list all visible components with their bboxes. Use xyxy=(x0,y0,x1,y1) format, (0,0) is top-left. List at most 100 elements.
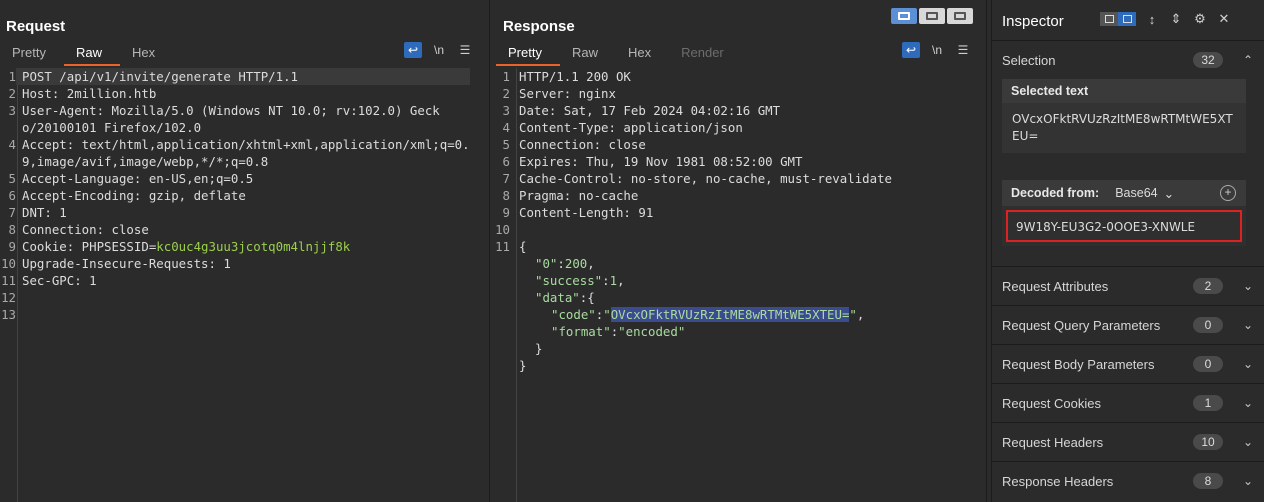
decoder-value: Base64 xyxy=(1115,186,1158,200)
line-number: 6 xyxy=(502,154,510,169)
tab-pretty[interactable]: Pretty xyxy=(0,44,64,64)
section-request-headers[interactable]: Request Headers 10 ⌄ xyxy=(992,422,1264,461)
line-number: 4 xyxy=(8,137,16,152)
section-request-query-parameters[interactable]: Request Query Parameters 0 ⌄ xyxy=(992,305,1264,344)
json-value: 200 xyxy=(564,256,588,271)
json-comma: , xyxy=(856,307,865,322)
layout-stacked-icon[interactable] xyxy=(919,8,945,24)
line-text: "success":1, xyxy=(510,272,625,289)
decoded-from-label: Decoded from: xyxy=(1011,186,1100,200)
request-pane: Request Pretty Raw Hex ↩ \n ☰ 1 POST /api… xyxy=(0,0,490,502)
response-line: 9 Content-Length: 91 xyxy=(490,204,986,221)
request-line: 1 POST /api/v1/invite/generate HTTP/1.1 xyxy=(0,68,489,85)
selected-text-value[interactable]: OVcxOFktRVUzRzItME8wRTMtWE5XTEU= xyxy=(1002,103,1246,153)
section-label: Request Body Parameters xyxy=(1002,356,1155,372)
section-count: 2 xyxy=(1193,278,1223,294)
tab-hex[interactable]: Hex xyxy=(120,44,173,64)
response-editor[interactable]: 1 HTTP/1.1 200 OK 2 Server: nginx 3 Date: S… xyxy=(490,68,986,502)
json-key: "success" xyxy=(535,273,603,288)
response-line: 8 Pragma: no-cache xyxy=(490,187,986,204)
line-text: POST /api/v1/invite/generate HTTP/1.1 xyxy=(16,68,470,85)
selection-section[interactable]: Selection 32 ⌃ xyxy=(992,40,1264,79)
line-number xyxy=(490,357,510,374)
section-label: Response Headers xyxy=(1002,473,1114,489)
inspector-panel: Inspector ↕ ⇕ ⚙ ✕ Selection 32 ⌃ Selecte… xyxy=(991,0,1264,502)
json-key: "format" xyxy=(551,324,611,339)
json-quote: " xyxy=(603,307,611,322)
newline-icon[interactable]: \n xyxy=(430,42,448,58)
response-line: 6 Expires: Thu, 19 Nov 1981 08:52:00 GMT xyxy=(490,153,986,170)
line-text: User-Agent: Mozilla/5.0 (Windows NT 10.0… xyxy=(22,103,440,135)
section-count: 10 xyxy=(1193,434,1223,450)
line-text: Server: nginx xyxy=(519,86,616,101)
json-line: } xyxy=(490,340,986,357)
section-label: Selection xyxy=(1002,52,1056,68)
layout-side-by-side-icon[interactable] xyxy=(891,8,917,24)
close-icon[interactable]: ✕ xyxy=(1216,11,1232,27)
response-line: 7 Cache-Control: no-store, no-cache, must… xyxy=(490,170,986,187)
menu-icon[interactable]: ☰ xyxy=(456,42,474,58)
section-response-headers[interactable]: Response Headers 8 ⌄ xyxy=(992,461,1264,500)
json-line: "format":"encoded" xyxy=(490,323,986,340)
section-request-attributes[interactable]: Request Attributes 2 ⌄ xyxy=(992,266,1264,305)
section-request-cookies[interactable]: Request Cookies 1 ⌄ xyxy=(992,383,1264,422)
request-line: 12 xyxy=(0,289,489,306)
json-colon: : xyxy=(557,256,565,271)
json-quote: " xyxy=(849,307,857,322)
newline-icon[interactable]: \n xyxy=(928,42,946,58)
decoded-value[interactable]: 9W18Y-EU3G2-0OOE3-XNWLE xyxy=(1006,210,1242,242)
line-text: DNT: 1 xyxy=(22,205,67,220)
layout-panel-icon[interactable] xyxy=(1118,12,1136,26)
layout-list-icon[interactable] xyxy=(1100,12,1118,26)
line-number: 1 xyxy=(8,69,16,84)
request-line: 5 Accept-Language: en-US,en;q=0.5 xyxy=(0,170,489,187)
json-value: 1 xyxy=(609,273,618,288)
tab-render[interactable]: Render xyxy=(669,44,742,64)
request-lines: 1 POST /api/v1/invite/generate HTTP/1.1 2… xyxy=(0,68,489,323)
selected-text-box: Selected text OVcxOFktRVUzRzItME8wRTMtWE… xyxy=(1002,79,1246,153)
selected-code-value[interactable]: OVcxOFktRVUzRzItME8wRTMtWE5XTEU= xyxy=(610,307,850,322)
line-number: 6 xyxy=(8,188,16,203)
request-editor[interactable]: 1 POST /api/v1/invite/generate HTTP/1.1 2… xyxy=(0,68,489,502)
json-brace: { xyxy=(587,290,595,305)
line-text: Accept-Language: en-US,en;q=0.5 xyxy=(22,171,254,186)
line-number: 11 xyxy=(495,239,510,254)
section-request-body-parameters[interactable]: Request Body Parameters 0 ⌄ xyxy=(992,344,1264,383)
add-icon[interactable]: + xyxy=(1220,185,1236,201)
response-title: Response xyxy=(503,18,575,35)
gear-icon[interactable]: ⚙ xyxy=(1192,11,1208,27)
tab-raw[interactable]: Raw xyxy=(63,44,120,66)
decoded-box: Decoded from: Base64 ⌄ + 9W18Y-EU3G2-0OOE… xyxy=(1002,180,1246,246)
collapse-icon[interactable]: ⇕ xyxy=(1168,11,1184,27)
layout-tabs-icon[interactable] xyxy=(947,8,973,24)
line-text: Connection: close xyxy=(519,137,646,152)
line-text: Date: Sat, 17 Feb 2024 04:02:16 GMT xyxy=(519,103,781,118)
section-label: Request Cookies xyxy=(1002,395,1101,411)
json-comma: , xyxy=(587,256,595,271)
response-lines: 1 HTTP/1.1 200 OK 2 Server: nginx 3 Date: S… xyxy=(490,68,986,374)
request-line: 8 Connection: close xyxy=(0,221,489,238)
menu-icon[interactable]: ☰ xyxy=(954,42,972,58)
tab-hex[interactable]: Hex xyxy=(616,44,669,64)
response-line: 3 Date: Sat, 17 Feb 2024 04:02:16 GMT xyxy=(490,102,986,119)
json-key: "code" xyxy=(551,307,596,322)
line-number: 7 xyxy=(502,171,510,186)
cookie-value[interactable]: kc0uc4g3uu3jcotq0m4lnjjf8k xyxy=(156,239,350,254)
expand-icon[interactable]: ↕ xyxy=(1144,11,1160,27)
request-line: 11 Sec-GPC: 1 xyxy=(0,272,489,289)
request-line: 10 Upgrade-Insecure-Requests: 1 xyxy=(0,255,489,272)
line-number xyxy=(490,323,510,340)
line-text xyxy=(16,289,22,306)
decoder-dropdown[interactable]: Base64 ⌄ xyxy=(1109,184,1180,203)
chevron-down-icon: ⌄ xyxy=(1242,474,1253,488)
wrap-icon[interactable]: ↩ xyxy=(404,42,422,58)
request-line: 4 Accept: text/html,application/xhtml+xml… xyxy=(0,136,489,170)
tab-pretty[interactable]: Pretty xyxy=(496,44,560,66)
line-number: 3 xyxy=(502,103,510,118)
tab-raw[interactable]: Raw xyxy=(560,44,616,64)
json-brace: } xyxy=(535,341,543,356)
inspector-toolbar: ↕ ⇕ ⚙ ✕ xyxy=(1100,11,1232,27)
json-value: "encoded" xyxy=(618,324,686,339)
response-line: 5 Connection: close xyxy=(490,136,986,153)
wrap-icon[interactable]: ↩ xyxy=(902,42,920,58)
